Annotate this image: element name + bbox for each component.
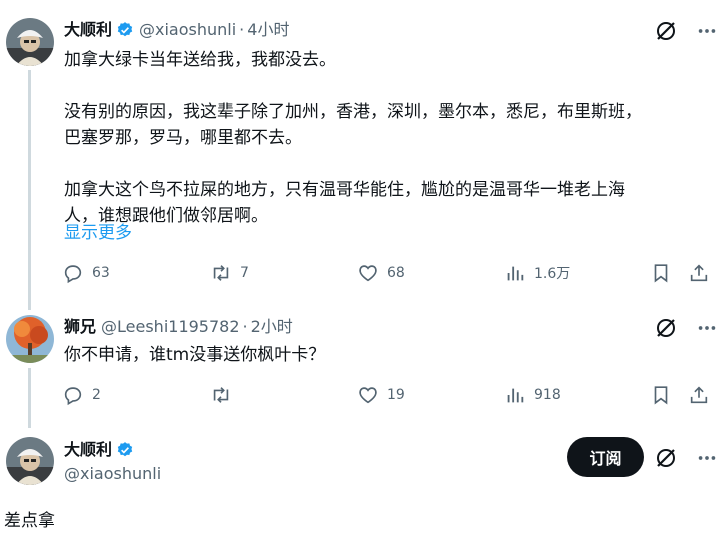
like-icon — [359, 387, 377, 404]
author-handle[interactable]: @xiaoshunli — [64, 464, 161, 484]
timestamp[interactable]: 2小时 — [251, 317, 293, 337]
share-icon — [690, 264, 708, 282]
bookmark-icon — [654, 264, 668, 283]
avatar[interactable] — [6, 437, 54, 485]
grok-icon[interactable] — [654, 19, 678, 43]
like-button[interactable]: 68 — [357, 262, 405, 284]
avatar[interactable] — [6, 315, 54, 363]
paragraph: 没有别的原因，我这辈子除了加州，香港，深圳，墨尔本，悉尼，布里斯班， 巴塞罗那，罗… — [64, 102, 642, 148]
tweet-text: 你不申请，谁tm没事送你枫叶卡？ — [64, 345, 326, 365]
bookmark-button[interactable] — [650, 384, 672, 406]
views-button[interactable]: 1.6万 — [504, 262, 570, 284]
views-icon — [507, 388, 524, 403]
separator-dot: · — [239, 20, 245, 39]
reply-text: 差点拿 — [4, 511, 55, 531]
share-button[interactable] — [688, 262, 710, 284]
reply-count: 63 — [92, 265, 110, 281]
share-icon — [690, 386, 708, 404]
profile-corner-actions — [654, 446, 718, 470]
tweet-header: 狮兄 @Leeshi1195782 · 2小时 — [64, 317, 293, 337]
more-icon[interactable] — [696, 20, 718, 42]
profile-handle-row: @xiaoshunli — [64, 464, 161, 484]
avatar[interactable] — [6, 18, 54, 66]
tweet-text: 加拿大绿卡当年送给我，我都没去。 没有别的原因，我这辈子除了加州，香港，深圳，墨… — [64, 47, 714, 229]
tweet-corner-actions — [654, 19, 718, 43]
subscribe-button[interactable]: 订阅 — [567, 437, 644, 477]
thread-line — [28, 70, 31, 310]
reply-count: 2 — [92, 387, 101, 403]
like-icon — [359, 265, 377, 282]
like-count: 19 — [387, 387, 405, 403]
tweet-header: 大顺利 @xiaoshunli · 4小时 — [64, 20, 289, 40]
author-name[interactable]: 大顺利 — [64, 440, 112, 460]
verified-badge-icon — [117, 22, 133, 37]
repost-count: 7 — [240, 265, 249, 281]
grok-icon[interactable] — [654, 316, 678, 340]
tweet-actions: 2 19 918 — [62, 384, 712, 408]
verified-badge-icon — [117, 442, 133, 457]
tweet-corner-actions — [654, 316, 718, 340]
author-name[interactable]: 大顺利 — [64, 20, 112, 40]
separator-dot: · — [242, 317, 248, 336]
views-button[interactable]: 918 — [504, 384, 561, 406]
thread-line — [28, 368, 31, 428]
more-icon[interactable] — [696, 317, 718, 339]
bookmark-button[interactable] — [650, 262, 672, 284]
reply-icon — [64, 265, 82, 284]
reply-icon — [64, 387, 82, 406]
author-handle[interactable]: @xiaoshunli — [139, 20, 236, 40]
author-handle[interactable]: @Leeshi1195782 — [101, 317, 240, 337]
reply-button[interactable]: 63 — [62, 262, 110, 284]
reply-button[interactable]: 2 — [62, 384, 101, 406]
like-button[interactable]: 19 — [357, 384, 405, 406]
grok-icon[interactable] — [654, 446, 678, 470]
paragraph: 加拿大绿卡当年送给我，我都没去。 — [64, 50, 336, 70]
profile-name-row: 大顺利 — [64, 440, 134, 460]
share-button[interactable] — [688, 384, 710, 406]
bookmark-icon — [654, 386, 668, 405]
views-icon — [507, 266, 524, 281]
paragraph: 加拿大这个鸟不拉屎的地方，只有温哥华能住，尴尬的是温哥华一堆老上海 人，谁想跟他们… — [64, 180, 625, 226]
views-count: 918 — [534, 387, 561, 403]
views-count: 1.6万 — [534, 266, 571, 282]
more-icon[interactable] — [696, 447, 718, 469]
tweet-actions: 63 7 68 1.6万 — [62, 262, 712, 286]
repost-icon — [213, 265, 229, 281]
timestamp[interactable]: 4小时 — [247, 20, 289, 40]
repost-button[interactable]: 7 — [210, 262, 249, 284]
like-count: 68 — [387, 265, 405, 281]
repost-icon — [213, 387, 229, 403]
show-more-link[interactable]: 显示更多 — [64, 221, 132, 245]
author-name[interactable]: 狮兄 — [64, 317, 96, 337]
repost-button[interactable] — [210, 384, 240, 406]
